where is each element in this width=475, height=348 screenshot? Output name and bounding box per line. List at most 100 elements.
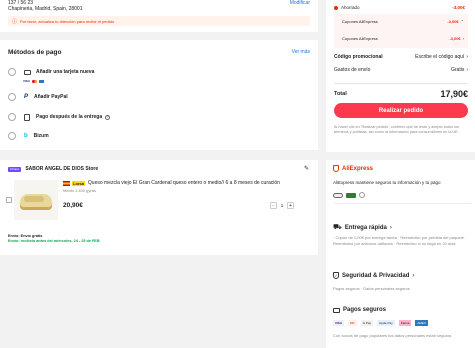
total-label: Total (334, 91, 347, 97)
payment-option-label: Pago después de la entrega (36, 114, 103, 120)
promo-label: Código promocional (334, 54, 383, 60)
applepay-logo-icon: Apple Pay (377, 320, 395, 326)
quantity-value[interactable]: 1 (277, 203, 287, 208)
coupon-row-2[interactable]: Cupones AliExpress -3,00€ › (342, 36, 464, 41)
warning-icon: ⓘ (12, 18, 18, 25)
product-title[interactable]: Queso mezcla viejo El Gran Cardenal ques… (88, 180, 280, 186)
coupon-row-1[interactable]: Cupones AliExpress -3,00€ ⌃ (342, 19, 464, 24)
payment-option-label: Añadir una tarjeta nueva (36, 69, 95, 75)
chevron-right-icon: › (389, 224, 392, 231)
radio-button[interactable] (8, 113, 16, 121)
address-warning: ⓘ Por favor, actualiza tu dirección para… (8, 16, 310, 26)
info-icon[interactable]: ? (105, 114, 111, 120)
payment-methods-card: Métodos de pago Ver más Añadir una tarje… (0, 40, 318, 150)
address-line2: Chapineria, Madrid, Spain, 28001 (8, 6, 83, 12)
total-row: Total 17,90€ (334, 89, 468, 99)
chevron-right-icon: › (466, 67, 468, 73)
quantity-stepper: − 1 + (270, 202, 294, 209)
payment-option-paypal[interactable]: P Añadir PayPal (8, 92, 68, 102)
radio-button[interactable] (8, 93, 16, 101)
shipping-label: Gastos de envío (334, 67, 371, 73)
radio-button[interactable] (8, 132, 16, 140)
credit-card-icon (24, 69, 31, 75)
secure-badge-icon (359, 192, 365, 198)
payments-text: Con socios de pago populares tus datos p… (333, 333, 452, 338)
chevron-right-icon: › (466, 54, 468, 60)
promo-code-row[interactable]: Código promocional Escribe el código aqu… (334, 54, 468, 60)
chevron-right-icon: › (462, 36, 464, 41)
aliexpress-shield-icon (333, 165, 339, 172)
coupon-label: Cupones AliExpress (342, 36, 378, 41)
mastercard-logo-icon: MC (348, 320, 357, 326)
legal-text: Al hacer clic en 'Realizar pedido', conf… (334, 125, 459, 134)
paypal-icon: P (24, 94, 29, 100)
security-title: Seguridad & Privacidad (342, 272, 410, 279)
product-image[interactable] (14, 180, 58, 220)
coupon-label: Cupones AliExpress (342, 19, 378, 24)
total-value: 17,90€ (440, 89, 468, 99)
payment-option-card[interactable]: Añadir una tarjeta nueva (8, 67, 94, 77)
decrease-quantity-button[interactable]: − (270, 202, 277, 209)
fast-delivery-title: Entrega rápida (344, 224, 387, 231)
product-tag: Lorca (72, 180, 85, 186)
shipping-info-line1: Envío: Envío gratis (8, 234, 43, 238)
visa-logo-icon: VISA (333, 320, 345, 326)
address-card: 137 / 56 23 Chapineria, Madrid, Spain, 2… (0, 0, 318, 32)
saved-icon (334, 5, 338, 10)
visa-logo-icon: VISA (23, 79, 31, 83)
fast-delivery-header[interactable]: ⛟ Entrega rápida › (333, 223, 392, 232)
modify-address-link[interactable]: Modificar (290, 0, 310, 6)
saved-value: -3,00€ (452, 5, 465, 10)
coupon-value: -3,00€ (447, 19, 459, 24)
place-order-button[interactable]: Realizar pedido (334, 103, 468, 118)
toggle-badge-icon (333, 192, 343, 198)
payment-option-cod[interactable]: Pago después de la entrega ? (8, 112, 111, 122)
shield-check-icon: ✓ (333, 272, 339, 279)
fast-delivery-text: · Cupón de 1,00€ por entrega tardía · Re… (333, 235, 467, 246)
warning-text: Por favor, actualiza tu dirección para r… (20, 18, 115, 24)
ssl-badge-icon (346, 192, 356, 198)
credit-card-icon (333, 307, 340, 313)
item-checkbox[interactable] (6, 197, 12, 203)
promo-value: Escribe el código aquí (415, 54, 465, 60)
secure-payments-header: Pagos seguros (333, 307, 386, 313)
bizum-icon: b (24, 133, 28, 139)
gpay-logo-icon: G Pay (360, 320, 374, 326)
shipping-cost-row: Gastos de envío Gratis › (334, 67, 468, 73)
trust-card: AliExpress AliExpress mantiene seguros t… (326, 160, 475, 348)
payment-option-label: Añadir PayPal (34, 94, 68, 100)
spain-flag-icon (63, 180, 70, 186)
edit-icon[interactable]: ✎ (304, 165, 309, 172)
store-name[interactable]: SABOR ANGEL DE DIOS Store (25, 166, 98, 172)
brand-name: AliExpress (342, 165, 374, 172)
product-variant[interactable]: Medio 1.400 gyras (63, 188, 96, 193)
store-card: Choice SABOR ANGEL DE DIOS Store ✎ Lorca… (0, 160, 318, 255)
chevron-up-icon: ⌃ (460, 19, 464, 24)
mastercard-logo-icon (32, 79, 38, 83)
trust-subtitle: AliExpress mantiene seguros tu informaci… (333, 180, 441, 185)
security-header[interactable]: ✓ Seguridad & Privacidad › (333, 272, 414, 279)
payment-logos: VISA MC G Pay Apple Pay Klarna AMEX (333, 320, 428, 326)
klarna-logo-icon: Klarna (398, 320, 412, 326)
payment-option-label: Bizum (33, 133, 49, 139)
divider (333, 203, 471, 204)
order-summary-card: Ahorrado -3,00€ Cupones AliExpress -3,00… (326, 0, 475, 152)
shipping-value: Gratis (450, 67, 465, 73)
shipping-info-line2: Envío: recíbelo antes del miércoles, 24 … (8, 239, 100, 243)
payment-option-bizum[interactable]: b Bizum (8, 131, 49, 141)
trust-badges (333, 192, 365, 198)
see-more-link[interactable]: Ver más (292, 49, 310, 55)
coupons-box: Cupones AliExpress -3,00€ ⌃ Cupones AliE… (334, 14, 468, 48)
security-text: Pagos seguros · Datos personales seguros (333, 286, 410, 291)
amex-logo-icon: AMEX (415, 320, 428, 326)
product-price: 20,90€ (63, 202, 83, 209)
card-logos: VISA (23, 79, 45, 83)
saved-label: Ahorrado (341, 5, 360, 10)
amex-logo-icon (39, 79, 45, 83)
choice-badge: Choice (8, 166, 22, 172)
coupon-value: -3,00€ (449, 36, 461, 41)
increase-quantity-button[interactable]: + (287, 202, 294, 209)
truck-icon: ⛟ (333, 224, 342, 231)
radio-button[interactable] (8, 68, 16, 76)
payment-title: Métodos de pago (8, 49, 62, 56)
